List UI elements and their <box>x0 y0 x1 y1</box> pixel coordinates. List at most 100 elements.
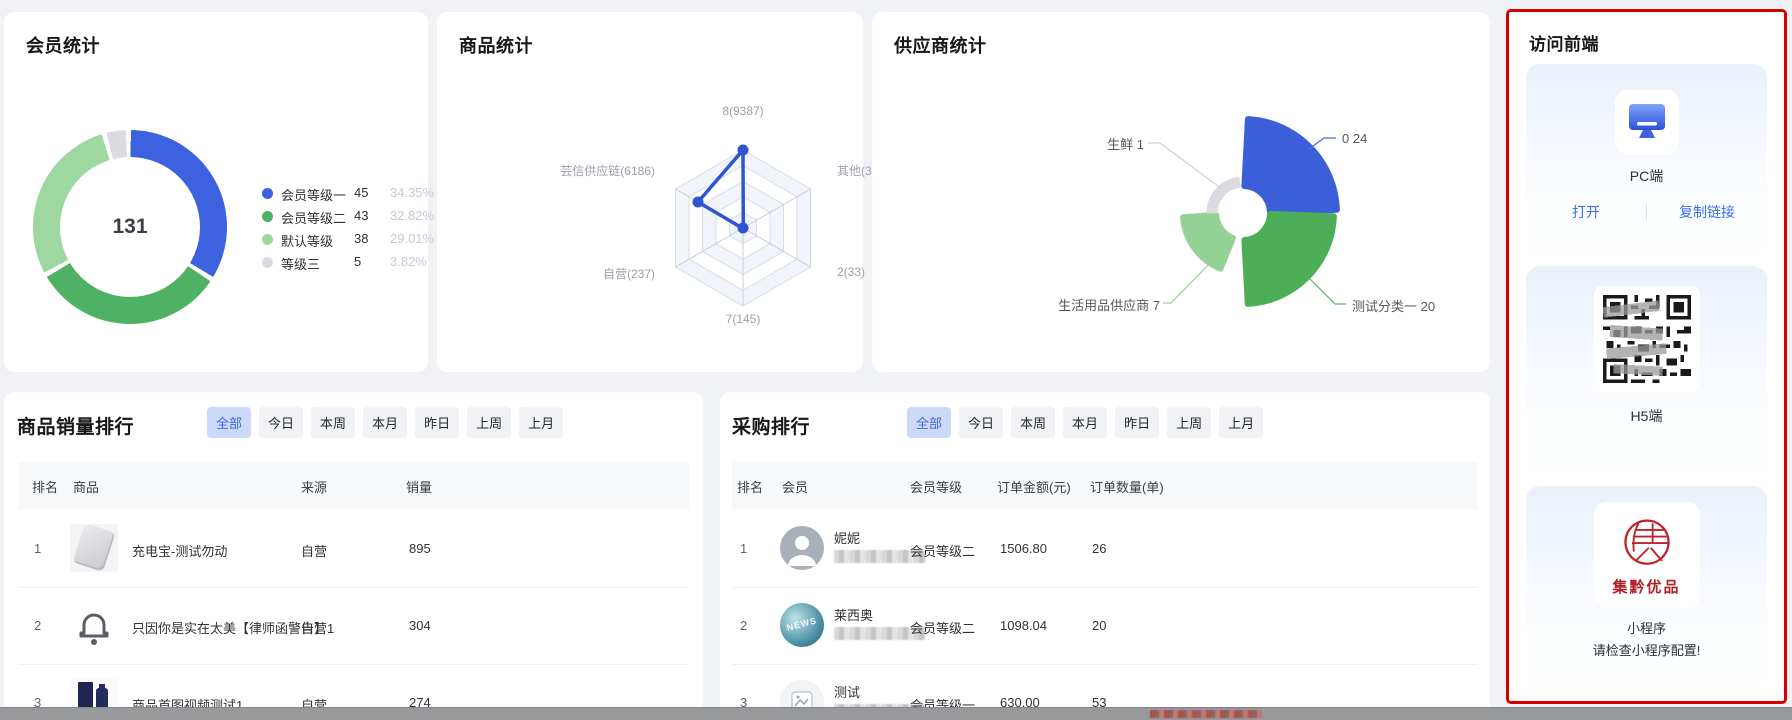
tab-last-month[interactable]: 上月 <box>1219 407 1263 438</box>
col-product: 商品 <box>73 477 99 496</box>
table-row: 2 只因你是实在太美【律师函警告】1 自营 304 <box>18 587 689 665</box>
legend-label: 等级三 <box>281 254 320 273</box>
legend-item: 会员等级二 43 32.82% <box>262 208 432 224</box>
news-globe-icon: NEWS <box>781 614 823 635</box>
supplier-stats-card: 供应商统计 生鲜 1 0 24 测试分类一 20 生活用品供应商 7 <box>872 12 1490 372</box>
sales-ranking-title: 商品销量排行 <box>17 412 134 439</box>
tab-all[interactable]: 全部 <box>907 407 951 438</box>
legend-dot <box>262 188 273 199</box>
radar-axis-label: 芸信供应链(6186) <box>497 162 655 179</box>
legend-item: 等级三 5 3.82% <box>262 254 432 270</box>
legend-dot <box>262 211 273 222</box>
monitor-icon <box>1625 102 1669 142</box>
legend-value: 45 <box>354 185 368 200</box>
sales-value: 895 <box>409 541 431 556</box>
table-row: 1 充电宝-测试勿动 自营 895 <box>18 510 689 588</box>
purchase-ranking-tabs: 全部 今日 本周 本月 昨日 上周 上月 <box>907 407 1263 438</box>
legend-percent: 29.01% <box>390 231 434 246</box>
brand-seal-icon <box>1617 514 1677 574</box>
legend-percent: 32.82% <box>390 208 434 223</box>
purchase-ranking-title: 采购排行 <box>732 412 810 439</box>
pie-label-zero: 0 24 <box>1342 131 1367 146</box>
pc-actions: 打开 复制链接 <box>1526 202 1767 222</box>
miniprogram-section: 集黔优品 小程序 请检查小程序配置! <box>1526 486 1767 686</box>
sales-value: 304 <box>409 618 431 633</box>
horizontal-scrollbar[interactable] <box>0 707 1792 720</box>
tab-all[interactable]: 全部 <box>207 407 251 438</box>
source-value: 自营 <box>301 618 327 637</box>
rank-value: 2 <box>740 618 747 633</box>
sales-table-header: 排名 商品 来源 销量 <box>18 462 689 510</box>
member-total: 131 <box>60 157 200 297</box>
rose-slice-green <box>1244 214 1334 304</box>
product-thumbnail <box>70 601 118 649</box>
h5-section: H5端 <box>1526 266 1767 474</box>
tab-this-week[interactable]: 本周 <box>1011 407 1055 438</box>
pc-section: PC端 打开 复制链接 <box>1526 64 1767 254</box>
tab-today[interactable]: 今日 <box>959 407 1003 438</box>
tab-yesterday[interactable]: 昨日 <box>415 407 459 438</box>
pc-label: PC端 <box>1630 166 1663 186</box>
h5-label: H5端 <box>1631 406 1663 426</box>
col-level: 会员等级 <box>910 477 962 496</box>
table-row: 2 NEWS 莱西奥 会员等级二 1098.04 20 <box>732 587 1478 665</box>
rank-value: 2 <box>34 618 41 633</box>
legend-label: 默认等级 <box>281 231 333 250</box>
frontend-title: 访问前端 <box>1529 30 1599 55</box>
table-row: 1 妮妮 会员等级二 1506.80 26 <box>732 510 1478 588</box>
tab-this-month[interactable]: 本月 <box>363 407 407 438</box>
level-value: 会员等级二 <box>910 618 975 637</box>
tab-this-week[interactable]: 本周 <box>311 407 355 438</box>
tab-last-month[interactable]: 上月 <box>519 407 563 438</box>
supplier-rose-chart <box>872 12 1490 372</box>
sales-ranking-tabs: 全部 今日 本周 本月 昨日 上周 上月 <box>207 407 563 438</box>
tab-last-week[interactable]: 上周 <box>467 407 511 438</box>
bell-icon <box>81 615 107 636</box>
amount-value: 1506.80 <box>1000 541 1047 556</box>
legend-label: 会员等级二 <box>281 208 346 227</box>
legend-dot <box>262 257 273 268</box>
tab-last-week[interactable]: 上周 <box>1167 407 1211 438</box>
purchase-ranking-card: 采购排行 全部 今日 本周 本月 昨日 上周 上月 排名 会员 会员等级 订单金… <box>720 392 1490 720</box>
rose-slice-gray <box>1208 178 1239 212</box>
orders-value: 26 <box>1092 541 1106 556</box>
member-name: 妮妮 <box>834 528 860 547</box>
source-value: 自营 <box>301 541 327 560</box>
product-stats-card: 商品统计 8(9387) 其他(36) 2(3 <box>437 12 863 372</box>
radar-axis-label: 7(145) <box>703 312 783 326</box>
member-avatar <box>780 526 824 570</box>
tab-yesterday[interactable]: 昨日 <box>1115 407 1159 438</box>
amount-value: 1098.04 <box>1000 618 1047 633</box>
rose-slice-lightgreen <box>1183 215 1233 269</box>
tab-today[interactable]: 今日 <box>259 407 303 438</box>
radar-axis-label: 8(9387) <box>697 104 789 118</box>
tab-this-month[interactable]: 本月 <box>1063 407 1107 438</box>
member-stats-card: 会员统计 131 会员等级一 45 34.35% 会员等级二 43 32.82%… <box>4 12 428 372</box>
copy-link[interactable]: 复制链接 <box>1647 202 1767 222</box>
rank-value: 1 <box>740 541 747 556</box>
pie-label-daily-supplies: 生活用品供应商 7 <box>992 295 1160 314</box>
legend-value: 38 <box>354 231 368 246</box>
radar-axis-label: 2(33) <box>837 265 865 279</box>
col-sales: 销量 <box>406 477 432 496</box>
miniprogram-label: 小程序 <box>1627 618 1666 637</box>
frontend-access-card: 访问前端 PC端 打开 复制链接 <box>1506 9 1787 704</box>
open-link[interactable]: 打开 <box>1526 202 1646 222</box>
h5-qr-tile <box>1594 286 1700 392</box>
dashboard: 会员统计 131 会员等级一 45 34.35% 会员等级二 43 32.82%… <box>0 0 1792 720</box>
orders-value: 20 <box>1092 618 1106 633</box>
col-source: 来源 <box>301 477 327 496</box>
sales-ranking-card: 商品销量排行 全部 今日 本周 本月 昨日 上周 上月 排名 商品 来源 销量 … <box>4 392 703 720</box>
product-name: 充电宝-测试勿动 <box>132 541 227 560</box>
legend-value: 43 <box>354 208 368 223</box>
legend-dot <box>262 234 273 245</box>
rose-slice-blue <box>1244 119 1337 212</box>
level-value: 会员等级二 <box>910 541 975 560</box>
purchase-table-header: 排名 会员 会员等级 订单金额(元) 订单数量(单) <box>732 462 1478 510</box>
col-amount: 订单金额(元) <box>997 477 1071 496</box>
member-name: 莱西奥 <box>834 605 873 624</box>
member-name: 测试 <box>834 682 860 701</box>
legend-percent: 3.82% <box>390 254 427 269</box>
col-rank: 排名 <box>737 477 763 496</box>
col-member: 会员 <box>782 477 808 496</box>
